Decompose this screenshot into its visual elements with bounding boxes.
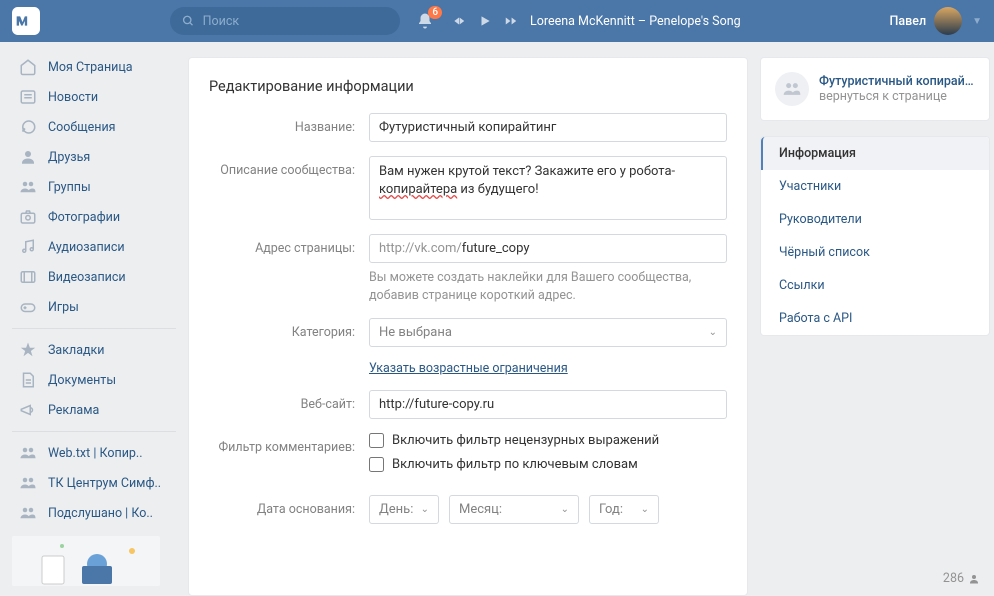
settings-menu-item[interactable]: Участники bbox=[761, 170, 989, 203]
megaphone-icon bbox=[18, 400, 38, 420]
nav-group-link-3[interactable]: Подслушано | Ко.. bbox=[12, 498, 176, 528]
settings-menu-item[interactable]: Информация bbox=[761, 137, 989, 170]
label-name: Название: bbox=[209, 113, 369, 135]
main-content: Редактирование информации Название: Опис… bbox=[188, 57, 748, 596]
address-input-wrap[interactable]: http://vk.com/ bbox=[369, 234, 727, 263]
nav-photos[interactable]: Фотографии bbox=[12, 202, 176, 232]
star-icon bbox=[18, 340, 38, 360]
groups-icon bbox=[18, 503, 38, 523]
settings-menu-item[interactable]: Чёрный список bbox=[761, 236, 989, 269]
year-select[interactable]: Год:⌄ bbox=[589, 495, 659, 524]
label-cat: Категория: bbox=[209, 318, 369, 340]
nav-group-link-2[interactable]: ТК Центрум Симф.. bbox=[12, 468, 176, 498]
vk-logo[interactable] bbox=[12, 7, 40, 35]
label-desc: Описание сообщества: bbox=[209, 156, 369, 178]
notifications-icon[interactable]: 6 bbox=[416, 12, 434, 30]
friends-icon bbox=[18, 147, 38, 167]
gamepad-icon bbox=[18, 297, 38, 317]
groups-icon bbox=[18, 473, 38, 493]
video-icon bbox=[18, 267, 38, 287]
label-site: Веб-сайт: bbox=[209, 390, 369, 412]
group-header-card[interactable]: Футуристичный копирай… вернуться к стран… bbox=[760, 57, 990, 121]
website-input[interactable] bbox=[369, 390, 727, 419]
filter-profanity-row[interactable]: Включить фильтр нецензурных выражений bbox=[369, 433, 727, 448]
groups-icon bbox=[18, 443, 38, 463]
month-select[interactable]: Месяц:⌄ bbox=[449, 495, 579, 524]
nav-group-link-1[interactable]: Web.txt | Копир.. bbox=[12, 438, 176, 468]
group-name: Футуристичный копирай… bbox=[819, 74, 975, 89]
user-menu[interactable]: Павел ▼ bbox=[890, 7, 982, 35]
divider bbox=[12, 328, 176, 329]
nav-my-page[interactable]: Моя Страница bbox=[12, 52, 176, 82]
address-prefix: http://vk.com/ bbox=[379, 241, 462, 256]
right-sidebar: Футуристичный копирай… вернуться к стран… bbox=[760, 57, 990, 596]
prev-track-icon[interactable] bbox=[452, 14, 466, 28]
search-input[interactable] bbox=[203, 14, 388, 29]
nav-documents[interactable]: Документы bbox=[12, 365, 176, 395]
online-count[interactable]: 286 bbox=[943, 571, 980, 586]
left-sidebar: Моя Страница Новости Сообщения Друзья Гр… bbox=[12, 42, 176, 596]
nav-news[interactable]: Новости bbox=[12, 82, 176, 112]
filter-profanity-checkbox[interactable] bbox=[369, 433, 384, 448]
chevron-down-icon: ⌄ bbox=[709, 327, 717, 338]
settings-menu-item[interactable]: Руководители bbox=[761, 203, 989, 236]
user-avatar bbox=[934, 7, 962, 35]
address-input[interactable] bbox=[462, 241, 717, 256]
home-icon bbox=[18, 57, 38, 77]
page-title: Редактирование информации bbox=[189, 58, 747, 113]
play-icon[interactable] bbox=[478, 14, 492, 28]
chevron-down-icon: ⌄ bbox=[421, 504, 429, 515]
nav-messages[interactable]: Сообщения bbox=[12, 112, 176, 142]
settings-menu-item[interactable]: Ссылки bbox=[761, 269, 989, 302]
top-header: 6 Loreena McKennitt – Penelope's Song Па… bbox=[0, 0, 994, 42]
label-date: Дата основания: bbox=[209, 495, 369, 517]
nav-video[interactable]: Видеозаписи bbox=[12, 262, 176, 292]
nav-games[interactable]: Игры bbox=[12, 292, 176, 322]
filter-keywords-row[interactable]: Включить фильтр по ключевым словам bbox=[369, 457, 727, 472]
address-hint: Вы можете создать наклейки для Вашего со… bbox=[369, 269, 727, 304]
name-input[interactable] bbox=[369, 113, 727, 142]
doc-icon bbox=[18, 370, 38, 390]
category-select[interactable]: Не выбрана ⌄ bbox=[369, 318, 727, 347]
group-avatar bbox=[775, 72, 809, 106]
nav-bookmarks[interactable]: Закладки bbox=[12, 335, 176, 365]
chevron-down-icon: ▼ bbox=[972, 16, 982, 27]
news-icon bbox=[18, 87, 38, 107]
groups-icon bbox=[18, 177, 38, 197]
nav-groups[interactable]: Группы bbox=[12, 172, 176, 202]
chevron-down-icon: ⌄ bbox=[641, 504, 649, 515]
next-track-icon[interactable] bbox=[504, 14, 518, 28]
back-to-page-link[interactable]: вернуться к странице bbox=[819, 89, 975, 104]
nav-friends[interactable]: Друзья bbox=[12, 142, 176, 172]
current-track[interactable]: Loreena McKennitt – Penelope's Song bbox=[530, 14, 741, 29]
nav-ads[interactable]: Реклама bbox=[12, 395, 176, 425]
age-restrictions-link[interactable]: Указать возрастные ограничения bbox=[369, 361, 568, 376]
filter-keywords-checkbox[interactable] bbox=[369, 457, 384, 472]
label-addr: Адрес страницы: bbox=[209, 234, 369, 256]
camera-icon bbox=[18, 207, 38, 227]
sidebar-ad-thumbnail[interactable] bbox=[12, 536, 160, 586]
search-box[interactable] bbox=[170, 7, 400, 35]
notif-badge: 6 bbox=[428, 6, 442, 19]
music-icon bbox=[18, 237, 38, 257]
label-filter: Фильтр комментариев: bbox=[209, 433, 369, 455]
settings-menu: ИнформацияУчастникиРуководителиЧёрный сп… bbox=[760, 136, 990, 336]
message-icon bbox=[18, 117, 38, 137]
nav-audio[interactable]: Аудиозаписи bbox=[12, 232, 176, 262]
day-select[interactable]: День:⌄ bbox=[369, 495, 439, 524]
settings-menu-item[interactable]: Работа с API bbox=[761, 302, 989, 335]
chevron-down-icon: ⌄ bbox=[561, 504, 569, 515]
desc-textarea[interactable]: Вам нужен крутой текст? Закажите его у р… bbox=[369, 156, 727, 220]
divider bbox=[12, 431, 176, 432]
user-name: Павел bbox=[890, 14, 927, 29]
music-player: Loreena McKennitt – Penelope's Song bbox=[452, 14, 741, 29]
